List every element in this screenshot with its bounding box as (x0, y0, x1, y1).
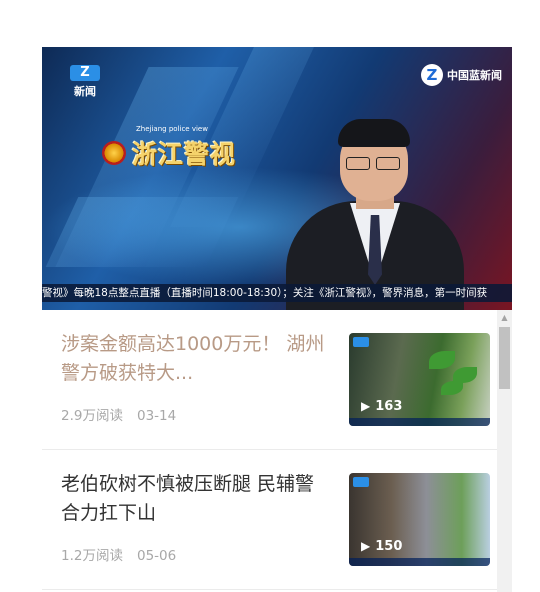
channel-logo-text: 新闻 (74, 85, 96, 98)
channel-mini-logo-icon (353, 337, 369, 347)
article-date: 05-06 (136, 548, 177, 564)
article-read-count: 2.9万阅读 (61, 408, 123, 424)
article-list: 涉案金额高达1000万元！ 湖州警方破获特大... 2.9万阅读 03-14 ▶ 1… (42, 310, 497, 592)
play-icon: ▶ (361, 539, 371, 553)
play-icon: ▶ (361, 399, 371, 413)
news-anchor-image (280, 81, 470, 310)
police-emblem-icon (102, 141, 126, 165)
scroll-up-arrow-icon[interactable]: ▲ (497, 310, 512, 325)
article-read-count: 1.2万阅读 (61, 548, 123, 564)
article-meta: 1.2万阅读 05-06 (61, 544, 176, 564)
news-channel-logo: Z 新闻 (68, 63, 102, 99)
article-thumbnail[interactable]: ▶ 150 (349, 473, 490, 566)
article-meta: 2.9万阅读 03-14 (61, 404, 176, 424)
scrollbar-thumb[interactable] (499, 327, 510, 389)
program-title: Zhejiang police view 浙江警视 (102, 125, 236, 171)
article-thumbnail[interactable]: ▶ 163 (349, 333, 490, 426)
program-title-cn: 浙江警视 (132, 140, 237, 169)
channel-logo-mark: Z (70, 65, 100, 81)
article-item[interactable]: 老伯砍树不慎被压断腿 民辅警合力扛下山 1.2万阅读 05-06 ▶ 150 (42, 450, 497, 590)
video-player[interactable]: Z 新闻 Z 中国蓝新闻 Zhejiang police view 浙江警视 警… (42, 47, 512, 310)
news-ticker: 警视》每晚18点整点直播（直播时间18:00-18:30）；关注《浙江警视》，警… (42, 284, 512, 302)
video-play-count: ▶ 163 (361, 399, 403, 414)
channel-mini-logo-icon (353, 477, 369, 487)
program-title-en: Zhejiang police view (136, 125, 208, 133)
article-title[interactable]: 涉案金额高达1000万元！ 湖州警方破获特大... (61, 330, 333, 388)
list-scrollbar[interactable]: ▲ (497, 310, 512, 592)
article-title[interactable]: 老伯砍树不慎被压断腿 民辅警合力扛下山 (61, 470, 333, 528)
video-play-count: ▶ 150 (361, 539, 403, 554)
article-item[interactable]: 涉案金额高达1000万元！ 湖州警方破获特大... 2.9万阅读 03-14 ▶ 1… (42, 310, 497, 450)
article-date: 03-14 (136, 408, 177, 424)
